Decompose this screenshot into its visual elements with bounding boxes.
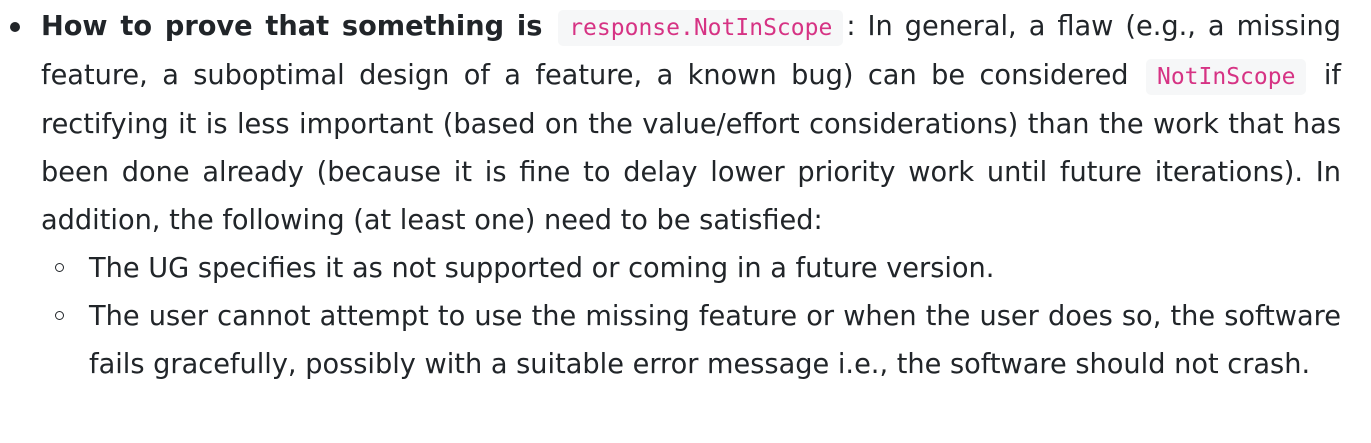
sub-item-text: The user cannot attempt to use the missi… [89, 301, 1341, 380]
bullet-disc-icon [10, 22, 20, 32]
bullet-circle-icon [55, 263, 64, 272]
sub-list-item: The user cannot attempt to use the missi… [41, 293, 1341, 389]
sub-item-text: The UG specifies it as not supported or … [89, 253, 995, 284]
criteria-list: How to prove that something is response.… [0, 3, 1371, 389]
lead-code-snippet: response.NotInScope [558, 10, 844, 46]
inline-code-snippet: NotInScope [1145, 59, 1307, 95]
sub-list-item: The UG specifies it as not supported or … [41, 245, 1341, 293]
bullet-circle-icon [55, 311, 64, 320]
item-lead-text: How to prove that something is [41, 11, 556, 42]
document-content: How to prove that something is response.… [0, 0, 1371, 443]
sub-criteria-list: The UG specifies it as not supported or … [41, 245, 1341, 389]
list-item: How to prove that something is response.… [0, 3, 1371, 389]
